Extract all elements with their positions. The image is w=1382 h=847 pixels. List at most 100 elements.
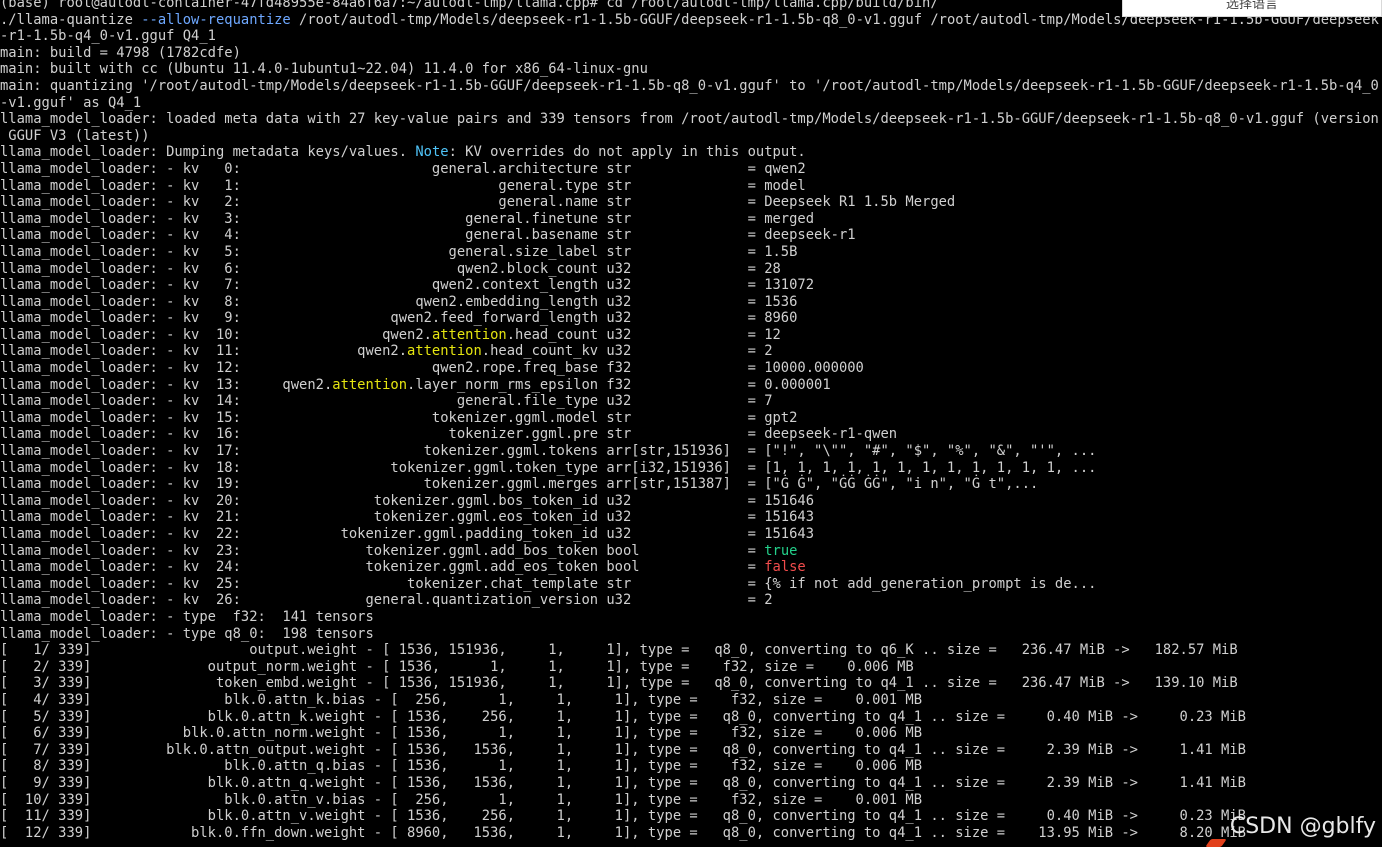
- terminal-text: main: built with cc (Ubuntu 11.4.0-1ubun…: [0, 61, 648, 78]
- terminal-line: [ 1/ 339] output.weight - [ 1536, 151936…: [0, 642, 1379, 659]
- terminal-text: main: quantizing '/root/autodl-tmp/Model…: [0, 77, 1379, 94]
- terminal-line: -r1-1.5b-q4_0-v1.gguf Q4_1: [0, 28, 1379, 45]
- terminal-line: llama_model_loader: - kv 19: tokenizer.g…: [0, 476, 1379, 493]
- terminal-line: llama_model_loader: - kv 16: tokenizer.g…: [0, 426, 1379, 443]
- language-selector-popup[interactable]: 选择语言: [1122, 0, 1382, 17]
- terminal-line: [ 12/ 339] blk.0.ffn_down.weight - [ 896…: [0, 825, 1379, 842]
- terminal-line: [ 2/ 339] output_norm.weight - [ 1536, 1…: [0, 659, 1379, 676]
- terminal-text: llama_model_loader: - kv 2: general.name…: [0, 194, 956, 211]
- terminal-text: llama_model_loader: - kv 1: general.type…: [0, 177, 806, 194]
- terminal-line: llama_model_loader: - kv 20: tokenizer.g…: [0, 493, 1379, 510]
- terminal-line: llama_model_loader: - kv 18: tokenizer.g…: [0, 460, 1379, 477]
- terminal-line: llama_model_loader: - kv 3: general.fine…: [0, 211, 1379, 228]
- terminal-text: [ 11/ 339] blk.0.attn_v.weight - [ 1536,…: [0, 808, 1246, 825]
- terminal-text: -v1.gguf' as Q4_1: [0, 94, 142, 111]
- terminal-text: llama_model_loader: - kv 25: tokenizer.c…: [0, 575, 1097, 592]
- terminal-line: llama_model_loader: - kv 4: general.base…: [0, 227, 1379, 244]
- terminal-text: llama_model_loader: - kv 11: qwen2.: [0, 343, 408, 360]
- terminal-text: llama_model_loader: - kv 24: tokenizer.g…: [0, 559, 765, 576]
- terminal-text: llama_model_loader: - kv 20: tokenizer.g…: [0, 492, 815, 509]
- terminal-text: [ 10/ 339] blk.0.attn_v.bias - [ 256, 1,…: [0, 791, 923, 808]
- terminal-text: [ 9/ 339] blk.0.attn_q.weight - [ 1536, …: [0, 774, 1246, 791]
- terminal-line: llama_model_loader: - kv 21: tokenizer.g…: [0, 509, 1379, 526]
- terminal-text: llama_model_loader: - type q8_0: 198 ten…: [0, 625, 374, 642]
- csdn-watermark: CSDN @gblfy: [1229, 814, 1376, 839]
- terminal-text: llama_model_loader: - kv 18: tokenizer.g…: [0, 459, 1097, 476]
- highlighted-token: attention: [332, 376, 408, 393]
- terminal-text: llama_model_loader: - kv 13: qwen2.: [0, 376, 333, 393]
- terminal-text: -r1-1.5b-q4_0-v1.gguf Q4_1: [0, 28, 216, 45]
- terminal-line: llama_model_loader: - kv 5: general.size…: [0, 244, 1379, 261]
- terminal-text: llama_model_loader: loaded meta data wit…: [0, 111, 1379, 128]
- terminal-line: [ 7/ 339] blk.0.attn_output.weight - [ 1…: [0, 742, 1379, 759]
- terminal-text: llama_model_loader: - kv 0: general.arch…: [0, 160, 806, 177]
- terminal-line: llama_model_loader: - kv 15: tokenizer.g…: [0, 410, 1379, 427]
- terminal-text: .head_count_kv u32 = 2: [481, 343, 773, 360]
- terminal-line: main: quantizing '/root/autodl-tmp/Model…: [0, 78, 1379, 95]
- terminal-text: llama_model_loader: - kv 14: general.fil…: [0, 393, 773, 410]
- terminal-line: [ 4/ 339] blk.0.attn_k.bias - [ 256, 1, …: [0, 692, 1379, 709]
- terminal-line: main: built with cc (Ubuntu 11.4.0-1ubun…: [0, 61, 1379, 78]
- terminal-text: llama_model_loader: - kv 12: qwen2.rope.…: [0, 360, 864, 377]
- highlighted-token: true: [764, 542, 798, 559]
- terminal-line: llama_model_loader: - kv 10: qwen2.atten…: [0, 327, 1379, 344]
- terminal-line: llama_model_loader: - kv 11: qwen2.atten…: [0, 343, 1379, 360]
- terminal-text: [ 12/ 339] blk.0.ffn_down.weight - [ 896…: [0, 824, 1246, 841]
- terminal-text: .layer_norm_rms_epsilon f32 = 0.000001: [407, 376, 831, 393]
- terminal-line: [ 8/ 339] blk.0.attn_q.bias - [ 1536, 1,…: [0, 758, 1379, 775]
- terminal-line: llama_model_loader: - kv 13: qwen2.atten…: [0, 377, 1379, 394]
- terminal-line: llama_model_loader: - kv 24: tokenizer.g…: [0, 559, 1379, 576]
- terminal-text: llama_model_loader: - kv 15: tokenizer.g…: [0, 409, 798, 426]
- highlighted-token: attention: [407, 343, 482, 360]
- terminal-line: [ 11/ 339] blk.0.attn_v.weight - [ 1536,…: [0, 808, 1379, 825]
- terminal-line: llama_model_loader: - type q8_0: 198 ten…: [0, 626, 1379, 643]
- terminal-line: main: build = 4798 (1782cdfe): [0, 45, 1379, 62]
- terminal-line: llama_model_loader: - kv 1: general.type…: [0, 178, 1379, 195]
- terminal-line: llama_model_loader: - kv 6: qwen2.block_…: [0, 261, 1379, 278]
- terminal-text: llama_model_loader: - kv 16: tokenizer.g…: [0, 426, 898, 443]
- terminal-line: llama_model_loader: - kv 22: tokenizer.g…: [0, 526, 1379, 543]
- terminal-line: [ 5/ 339] blk.0.attn_k.weight - [ 1536, …: [0, 709, 1379, 726]
- terminal-text: llama_model_loader: - kv 23: tokenizer.g…: [0, 542, 765, 559]
- terminal-text: [ 2/ 339] output_norm.weight - [ 1536, 1…: [0, 658, 914, 675]
- terminal-text: llama_model_loader: - kv 5: general.size…: [0, 243, 798, 260]
- terminal-line: [ 3/ 339] token_embd.weight - [ 1536, 15…: [0, 675, 1379, 692]
- terminal-line: llama_model_loader: - kv 2: general.name…: [0, 194, 1379, 211]
- terminal-text: llama_model_loader: Dumping metadata key…: [0, 144, 416, 161]
- terminal-line: llama_model_loader: - kv 26: general.qua…: [0, 592, 1379, 609]
- terminal-text: [ 8/ 339] blk.0.attn_q.bias - [ 1536, 1,…: [0, 758, 923, 775]
- terminal-text: [ 4/ 339] blk.0.attn_k.bias - [ 256, 1, …: [0, 691, 923, 708]
- terminal-text: llama_model_loader: - type f32: 141 tens…: [0, 608, 374, 625]
- terminal-text: llama_model_loader: - kv 3: general.fine…: [0, 210, 815, 227]
- terminal-text: llama_model_loader: - kv 19: tokenizer.g…: [0, 476, 1039, 493]
- terminal-text: llama_model_loader: - kv 6: qwen2.block_…: [0, 260, 781, 277]
- terminal-text: llama_model_loader: - kv 26: general.qua…: [0, 592, 773, 609]
- terminal-text: GGUF V3 (latest)): [0, 127, 150, 144]
- highlighted-token: --allow-requantize: [141, 11, 291, 28]
- terminal-text: [ 1/ 339] output.weight - [ 1536, 151936…: [0, 642, 1238, 659]
- terminal-text: llama_model_loader: - kv 9: qwen2.feed_f…: [0, 310, 798, 327]
- terminal-line: llama_model_loader: loaded meta data wit…: [0, 111, 1379, 128]
- terminal-text: ./llama-quantize: [0, 11, 142, 28]
- decorative-mark: [1205, 839, 1227, 847]
- terminal-text: (base) root@autodl-container-47fd48955e-…: [0, 0, 939, 11]
- terminal-line: [ 10/ 339] blk.0.attn_v.bias - [ 256, 1,…: [0, 792, 1379, 809]
- highlighted-token: attention: [431, 326, 507, 343]
- highlighted-token: false: [764, 559, 806, 576]
- terminal-text: llama_model_loader: - kv 10: qwen2.: [0, 326, 432, 343]
- terminal-line: -v1.gguf' as Q4_1: [0, 95, 1379, 112]
- terminal-line: llama_model_loader: - kv 14: general.fil…: [0, 393, 1379, 410]
- terminal-output[interactable]: (base) root@autodl-container-47fd48955e-…: [0, 0, 1379, 841]
- terminal-text: llama_model_loader: - kv 22: tokenizer.g…: [0, 526, 815, 542]
- terminal-text: llama_model_loader: - kv 8: qwen2.embedd…: [0, 293, 798, 310]
- terminal-line: llama_model_loader: - kv 25: tokenizer.c…: [0, 576, 1379, 593]
- terminal-line: llama_model_loader: - kv 12: qwen2.rope.…: [0, 360, 1379, 377]
- terminal-window[interactable]: (base) root@autodl-container-47fd48955e-…: [0, 0, 1382, 847]
- terminal-text: llama_model_loader: - kv 17: tokenizer.g…: [0, 443, 1097, 460]
- terminal-line: [ 6/ 339] blk.0.attn_norm.weight - [ 153…: [0, 725, 1379, 742]
- terminal-line: [ 9/ 339] blk.0.attn_q.weight - [ 1536, …: [0, 775, 1379, 792]
- terminal-text: [ 3/ 339] token_embd.weight - [ 1536, 15…: [0, 675, 1238, 692]
- terminal-text: llama_model_loader: - kv 4: general.base…: [0, 227, 856, 244]
- terminal-line: llama_model_loader: - type f32: 141 tens…: [0, 609, 1379, 626]
- terminal-line: GGUF V3 (latest)): [0, 128, 1379, 145]
